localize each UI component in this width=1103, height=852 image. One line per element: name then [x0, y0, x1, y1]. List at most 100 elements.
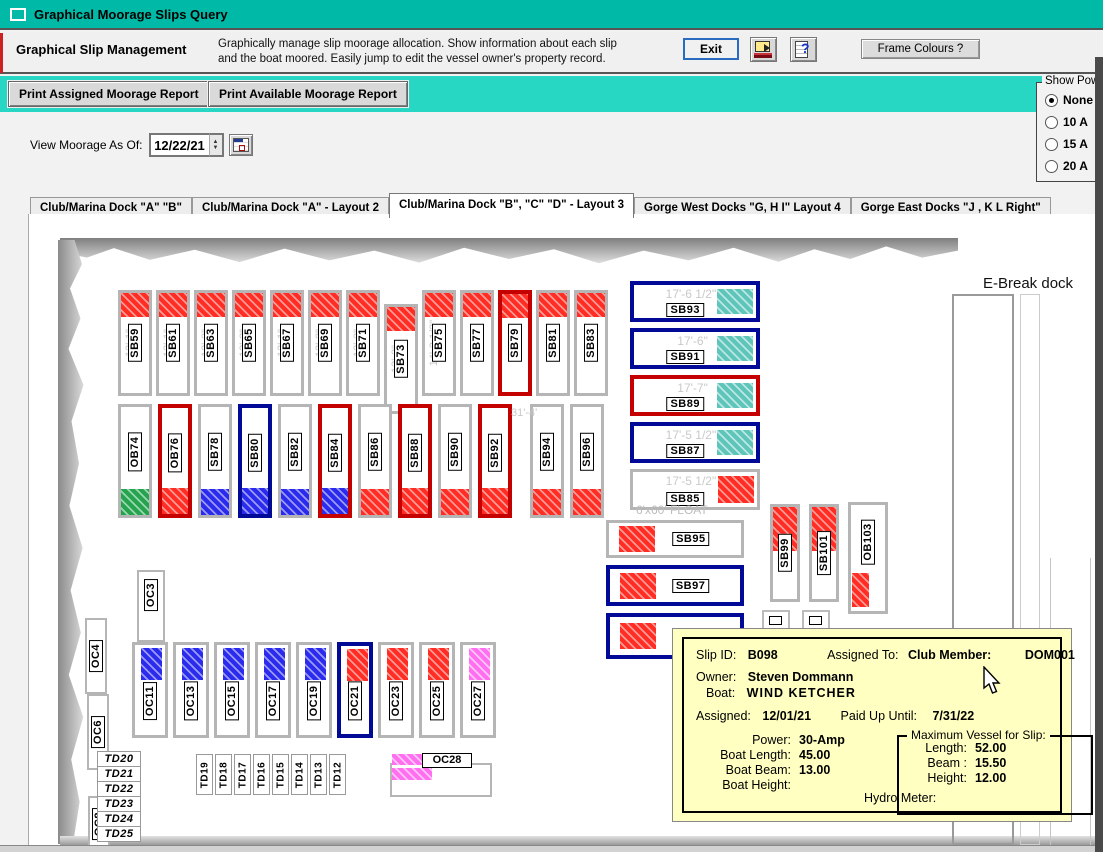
slip-label: SB91: [666, 350, 704, 364]
dock-col-right: 17'-6 1/2" SB93 17'-6" SB91 17'-7" SB89 …: [630, 281, 760, 510]
slip-label: OC23: [389, 681, 403, 720]
slip-SB101[interactable]: SB101: [809, 504, 839, 602]
slip-OC19[interactable]: OC19: [296, 642, 332, 738]
boat-hatch: [533, 489, 561, 515]
slip-OB103[interactable]: OB103: [848, 502, 888, 614]
slip-SB71[interactable]: 13'-2" SB71: [346, 290, 380, 396]
slip-TD25[interactable]: TD25: [97, 826, 141, 842]
slip-label: SB96: [580, 434, 594, 472]
max-beam-label: Beam :: [905, 756, 967, 770]
slip-SB77[interactable]: SB77: [460, 290, 494, 396]
boat-hatch: [463, 293, 491, 317]
slip-SB88[interactable]: SB88: [398, 404, 432, 518]
slip-TD12[interactable]: TD12: [329, 754, 346, 795]
slip-TD22[interactable]: TD22: [97, 781, 141, 797]
slip-OC27[interactable]: OC27: [460, 642, 496, 738]
slip-SB69[interactable]: 13'-2" SB69: [308, 290, 342, 396]
slip-TD19[interactable]: TD19: [196, 754, 213, 795]
slip-OB74[interactable]: OB74: [118, 404, 152, 518]
slip-OB76[interactable]: OB76: [158, 404, 192, 518]
slip-SB99[interactable]: SB99: [770, 504, 800, 602]
slip-SB95[interactable]: SB95: [606, 520, 744, 558]
slip-label: SB101: [817, 531, 831, 575]
boat-hatch: [141, 648, 162, 680]
slip-label: TD22: [102, 783, 137, 795]
slip-label: TD13: [313, 758, 324, 790]
slip-SB61[interactable]: 13'-1" SB61: [156, 290, 190, 396]
power-value: 30-Amp: [799, 733, 845, 747]
slip-label: TD12: [332, 758, 343, 790]
slip-SB63[interactable]: 13'-3" SB63: [194, 290, 228, 396]
boat-hatch: [197, 293, 225, 317]
slip-TD16[interactable]: TD16: [253, 754, 270, 795]
slip-TD24[interactable]: TD24: [97, 811, 141, 827]
slip-SB90[interactable]: SB90: [438, 404, 472, 518]
slip-TD21[interactable]: TD21: [97, 766, 141, 782]
slip-label: SB81: [546, 324, 560, 362]
slip-SB75[interactable]: 14'-2 1/2" SB75: [422, 290, 456, 396]
slip-TD15[interactable]: TD15: [272, 754, 289, 795]
slip-SB92[interactable]: SB92: [478, 404, 512, 518]
slip-OC15[interactable]: OC15: [214, 642, 250, 738]
boat-hatch: [361, 489, 389, 515]
slip-SB73[interactable]: 13'-2" SB73: [384, 304, 418, 414]
slip-label: OC3: [144, 579, 158, 611]
boat-label: Boat:: [706, 686, 735, 700]
slip-SB93[interactable]: 17'-6 1/2" SB93: [630, 281, 760, 322]
slip-TD20[interactable]: TD20: [97, 751, 141, 767]
slip-SB79[interactable]: SB79: [498, 290, 532, 396]
slip-SB87[interactable]: 17'-5 1/2" SB87: [630, 422, 760, 463]
slip-TD17[interactable]: TD17: [234, 754, 251, 795]
boat-length-value: 45.00: [799, 748, 830, 762]
slip-SB91[interactable]: 17'-6" SB91: [630, 328, 760, 369]
slip-SB80[interactable]: SB80: [238, 404, 272, 518]
slip-SB83[interactable]: SB83: [574, 290, 608, 396]
slip-SB94[interactable]: 31'-4' SB94: [530, 404, 564, 518]
slip-OC11[interactable]: OC11: [132, 642, 168, 738]
owner-label: Owner:: [696, 670, 736, 684]
slip-label: TD20: [102, 753, 137, 765]
slip-SB67[interactable]: 13'-1" SB67: [270, 290, 304, 396]
e-break-dock-label: E-Break dock: [983, 275, 1073, 292]
max-length-value: 52.00: [975, 741, 1006, 755]
boat-hatch: [121, 293, 149, 317]
boat-hatch: [573, 489, 601, 515]
slip-label: TD15: [275, 758, 286, 790]
slip-SB82[interactable]: SB82: [278, 404, 312, 518]
window-bottom-border: [0, 845, 1103, 852]
boat-hatch: [718, 476, 754, 503]
slip-SB86[interactable]: SB86: [358, 404, 392, 518]
slip-OC3[interactable]: OC3: [137, 570, 165, 642]
boat-beam-value: 13.00: [799, 763, 830, 777]
slip-label: SB78: [208, 434, 222, 472]
slip-OC4[interactable]: OC4: [85, 618, 107, 694]
slip-OC17[interactable]: OC17: [255, 642, 291, 738]
slip-TD18[interactable]: TD18: [215, 754, 232, 795]
slip-label: TD23: [102, 798, 137, 810]
boat-hatch: [425, 293, 453, 317]
slip-SB96[interactable]: SB96: [570, 404, 604, 518]
slip-SB81[interactable]: SB81: [536, 290, 570, 396]
slip-SB59[interactable]: 13'-1" SB59: [118, 290, 152, 396]
slip-SB97[interactable]: SB97: [606, 565, 744, 606]
slip-OC28[interactable]: OC28: [388, 752, 494, 798]
slip-TD13[interactable]: TD13: [310, 754, 327, 795]
slip-label: OC19: [307, 681, 321, 720]
tab[interactable]: Club/Marina Dock "B", "C" "D" - Layout 3: [389, 193, 634, 218]
slip-TD23[interactable]: TD23: [97, 796, 141, 812]
slip-SB89[interactable]: 17'-7" SB89: [630, 375, 760, 416]
slip-OC21[interactable]: OC21: [337, 642, 373, 738]
slip-OC25[interactable]: OC25: [419, 642, 455, 738]
slip-SB84[interactable]: SB84: [318, 404, 352, 518]
slip-dimension: 17'-5 1/2": [666, 428, 717, 442]
slip-SB65[interactable]: 13'-2" SB65: [232, 290, 266, 396]
slip-label: OC4: [89, 640, 103, 672]
dock-right-group: SB99 SB101 OB103: [770, 504, 888, 614]
slip-OC13[interactable]: OC13: [173, 642, 209, 738]
slip-label: SB65: [242, 324, 256, 362]
slip-label: OC27: [471, 681, 485, 720]
slip-OC23[interactable]: OC23: [378, 642, 414, 738]
slip-dimension: 31'-4': [511, 407, 537, 419]
slip-TD14[interactable]: TD14: [291, 754, 308, 795]
slip-SB78[interactable]: SB78: [198, 404, 232, 518]
